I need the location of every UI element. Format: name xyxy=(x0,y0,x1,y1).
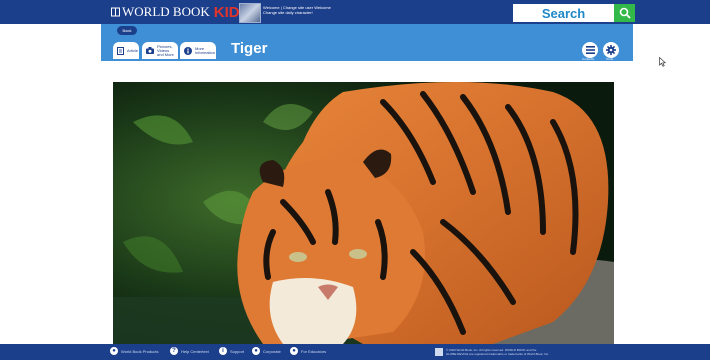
header-bar-right xyxy=(635,0,710,24)
book-logo-icon xyxy=(111,7,120,17)
back-button[interactable]: Back xyxy=(117,26,137,35)
tab-more-info-label: More Information xyxy=(195,45,216,55)
search-icon xyxy=(619,7,631,19)
educators-icon: ● xyxy=(290,347,298,355)
contents-button[interactable] xyxy=(582,42,598,58)
welcome-message[interactable]: Welcome | Change site user Welcome Chang… xyxy=(263,5,353,15)
footer-link-label: Help Centertext xyxy=(181,348,209,354)
welcome-line-2: Change site daily character! xyxy=(263,10,313,15)
copyright-notice: © 2023 World Book, Inc. All rights reser… xyxy=(446,348,586,356)
gear-icon xyxy=(606,45,616,55)
page-title: Tiger xyxy=(231,40,268,57)
footer-link-label: World Book Products xyxy=(121,348,159,354)
logo-wordmark: WORLD BOOK xyxy=(122,4,210,19)
tab-pictures-videos[interactable]: Pictures, Videos and More xyxy=(142,42,178,59)
header-bar-left xyxy=(0,0,101,24)
footer-link-label: Support xyxy=(230,348,245,354)
footer-link-support[interactable]: i Support xyxy=(219,347,244,355)
copyright-line-2: GLOBE DEVICE are registered trademarks o… xyxy=(446,352,549,356)
mouse-cursor-icon xyxy=(659,57,666,67)
search-input[interactable]: Search xyxy=(513,4,614,22)
corporate-icon: ● xyxy=(252,347,260,355)
back-label: Back xyxy=(122,28,132,33)
world-book-products-icon: ● xyxy=(110,347,118,355)
tab-article-label: Article xyxy=(127,47,139,53)
footer-link-label: Corporate xyxy=(263,348,281,354)
help-icon: ? xyxy=(170,347,178,355)
support-icon: i xyxy=(219,347,227,355)
document-icon xyxy=(117,46,124,55)
article-photo[interactable] xyxy=(113,82,614,344)
tab-more-information[interactable]: More Information xyxy=(180,42,216,59)
camera-icon xyxy=(146,47,154,55)
world-book-globe-icon xyxy=(435,348,443,356)
footer-link-label: For Educators xyxy=(301,348,327,354)
footer-link-corporate[interactable]: ● Corporate xyxy=(252,347,281,355)
daily-character-thumbnail[interactable] xyxy=(239,3,261,23)
contents-label: Contents xyxy=(582,57,595,61)
search-label: Search xyxy=(541,5,586,21)
tiger-photo xyxy=(113,82,614,344)
world-book-kids-logo[interactable]: WORLD BOOK KIDS xyxy=(111,4,250,21)
footer-link-world-book-products[interactable]: ● World Book Products xyxy=(110,347,159,355)
list-icon xyxy=(585,46,595,54)
tab-article[interactable]: Article xyxy=(113,42,139,59)
tools-label: Tools xyxy=(606,57,614,61)
footer-bar xyxy=(0,344,710,360)
tab-pictures-label: Pictures, Videos and More xyxy=(157,43,174,57)
info-icon xyxy=(184,46,192,55)
footer-link-help-center[interactable]: ? Help Centertext xyxy=(170,347,209,355)
tools-button[interactable] xyxy=(603,42,619,58)
search-button[interactable] xyxy=(614,4,635,22)
footer-link-for-educators[interactable]: ● For Educators xyxy=(290,347,326,355)
